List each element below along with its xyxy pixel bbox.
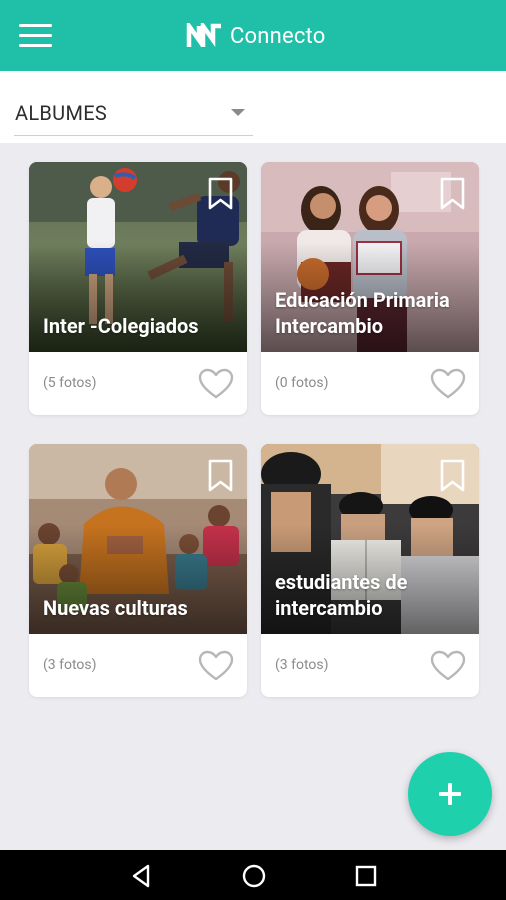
system-navigation-bar <box>0 850 506 900</box>
album-photo-count: (3 fotos) <box>275 657 329 673</box>
album-photo-count: (5 fotos) <box>43 375 97 391</box>
album-card[interactable]: Nuevas culturas (3 fotos) <box>29 444 247 697</box>
connecto-logo-icon <box>186 23 221 48</box>
add-album-button[interactable] <box>408 752 492 836</box>
album-title: Educación Primaria Intercambio <box>275 288 450 338</box>
album-title: Inter -Colegiados <box>43 314 199 338</box>
app-brand: Connecto <box>186 20 325 52</box>
bookmark-icon[interactable] <box>439 177 466 211</box>
album-type-dropdown[interactable]: ALBUMES <box>14 97 253 136</box>
heart-icon[interactable] <box>198 368 234 400</box>
album-photo-count: (3 fotos) <box>43 657 97 673</box>
album-card[interactable]: Inter -Colegiados (5 fotos) <box>29 162 247 415</box>
recents-square-icon[interactable] <box>352 862 380 890</box>
heart-icon[interactable] <box>430 368 466 400</box>
heart-icon[interactable] <box>430 650 466 682</box>
dropdown-caret-icon <box>231 109 245 116</box>
selector-row: ALBUMES <box>0 71 506 143</box>
hamburger-menu-icon[interactable] <box>19 24 53 48</box>
bookmark-icon[interactable] <box>207 459 234 493</box>
album-title: Nuevas culturas <box>43 596 188 620</box>
bookmark-icon[interactable] <box>207 177 234 211</box>
album-card[interactable]: Educación Primaria Intercambio (0 fotos) <box>261 162 479 415</box>
app-bar: Connecto <box>0 0 506 71</box>
album-title: estudiantes de intercambio <box>275 570 408 620</box>
album-photo-count: (0 fotos) <box>275 375 329 391</box>
dropdown-selected-value: ALBUMES <box>15 101 108 125</box>
album-card[interactable]: estudiantes de intercambio (3 fotos) <box>261 444 479 697</box>
home-circle-icon[interactable] <box>240 862 268 890</box>
back-triangle-icon[interactable] <box>128 862 156 890</box>
bookmark-icon[interactable] <box>439 459 466 493</box>
heart-icon[interactable] <box>198 650 234 682</box>
app-title: Connecto <box>230 23 326 49</box>
